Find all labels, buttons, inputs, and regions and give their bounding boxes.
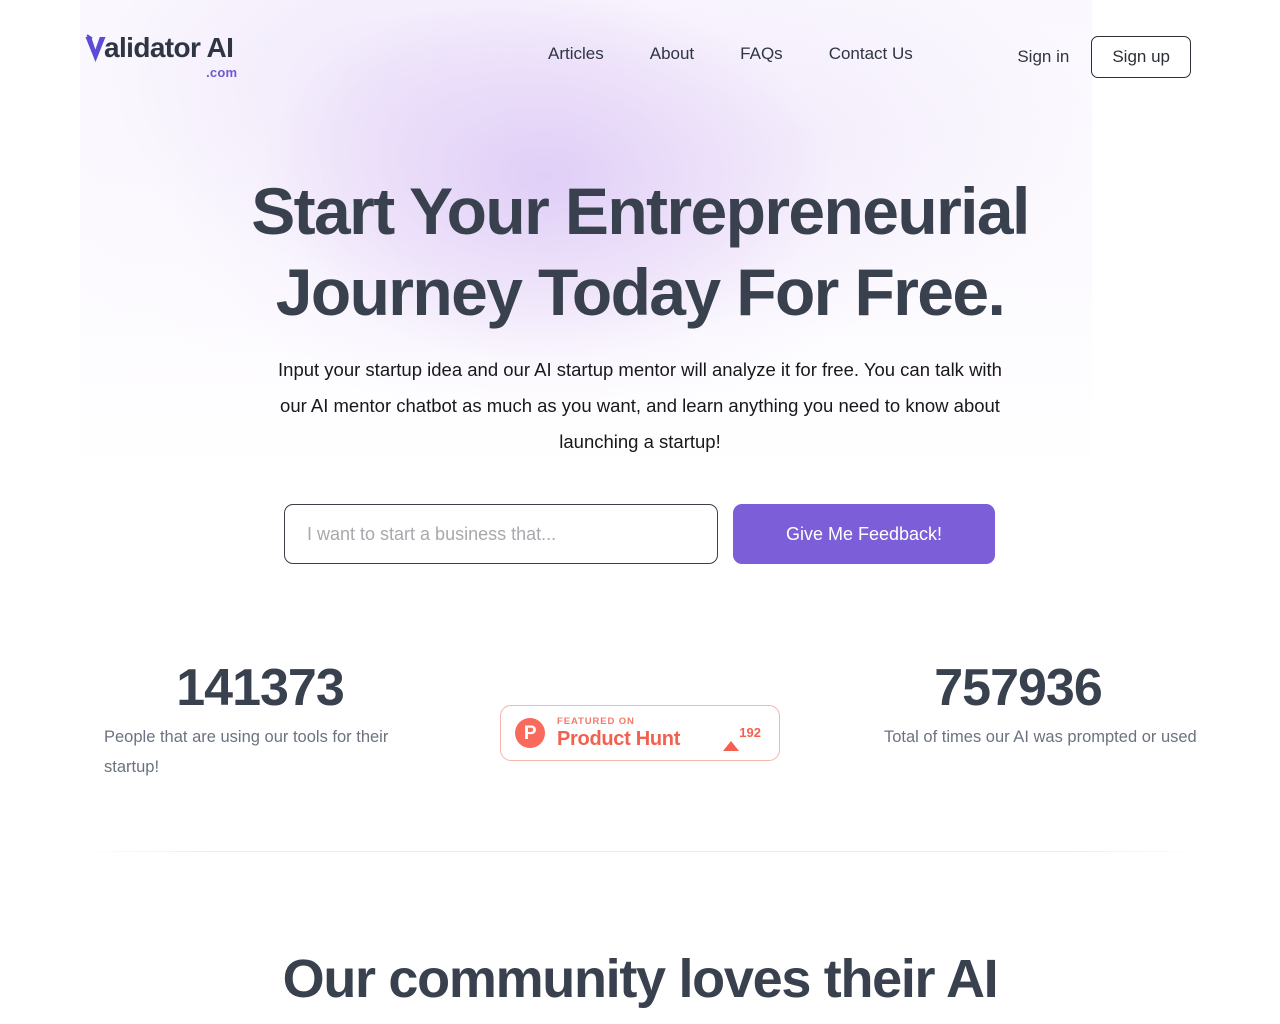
stat-prompts: 757936 Total of times our AI was prompte…	[884, 660, 1264, 752]
product-hunt-logo-icon: P	[515, 718, 545, 748]
stat-prompts-label: Total of times our AI was prompted or us…	[884, 728, 1197, 746]
stat-users-value: 141373	[176, 659, 345, 717]
product-hunt-upvotes: 192	[723, 724, 765, 751]
headline-line-1: Start Your Entrepreneurial	[251, 174, 1030, 248]
caret-up-icon	[723, 724, 740, 751]
landing-page: alidator AI .com Articles About FAQs Con…	[0, 0, 1280, 1024]
section-divider	[80, 851, 1200, 852]
stat-users-label: People that are using our tools for thei…	[104, 728, 389, 776]
give-me-feedback-button[interactable]: Give Me Feedback!	[733, 504, 995, 564]
logo-tld: .com	[206, 65, 238, 80]
nav-item-faqs[interactable]: FAQs	[740, 44, 783, 64]
sign-up-button[interactable]: Sign up	[1091, 36, 1191, 78]
product-hunt-name: Product Hunt	[557, 728, 681, 751]
stat-users: 141373 People that are using our tools f…	[104, 660, 484, 782]
sign-in-link[interactable]: Sign in	[1017, 47, 1069, 67]
startup-idea-input[interactable]	[284, 504, 718, 564]
brand-logo[interactable]: alidator AI .com	[84, 32, 237, 79]
auth-actions: Sign in Sign up	[1017, 36, 1191, 78]
nav-item-contact-us[interactable]: Contact Us	[829, 44, 913, 64]
idea-form: Give Me Feedback!	[284, 504, 995, 564]
product-hunt-featured-label: FEATURED ON	[557, 715, 635, 727]
community-heading: Our community loves their AI	[282, 949, 999, 1009]
primary-nav: Articles About FAQs Contact Us	[548, 44, 913, 64]
page-title: Start Your Entrepreneurial Journey Today…	[0, 178, 1280, 325]
nav-item-about[interactable]: About	[650, 44, 694, 64]
logo-wordmark: alidator AI	[104, 32, 234, 63]
product-hunt-badge[interactable]: P FEATURED ON Product Hunt 192	[500, 705, 780, 761]
product-hunt-text: FEATURED ON Product Hunt	[557, 717, 680, 750]
site-header: alidator AI .com Articles About FAQs Con…	[0, 0, 1280, 110]
nav-item-articles[interactable]: Articles	[548, 44, 604, 64]
headline-line-2: Journey Today For Free.	[275, 255, 1006, 329]
hero-subheadline: Input your startup idea and our AI start…	[278, 359, 1002, 452]
product-hunt-upvote-count: 192	[739, 725, 761, 740]
stat-prompts-value: 757936	[934, 659, 1103, 717]
